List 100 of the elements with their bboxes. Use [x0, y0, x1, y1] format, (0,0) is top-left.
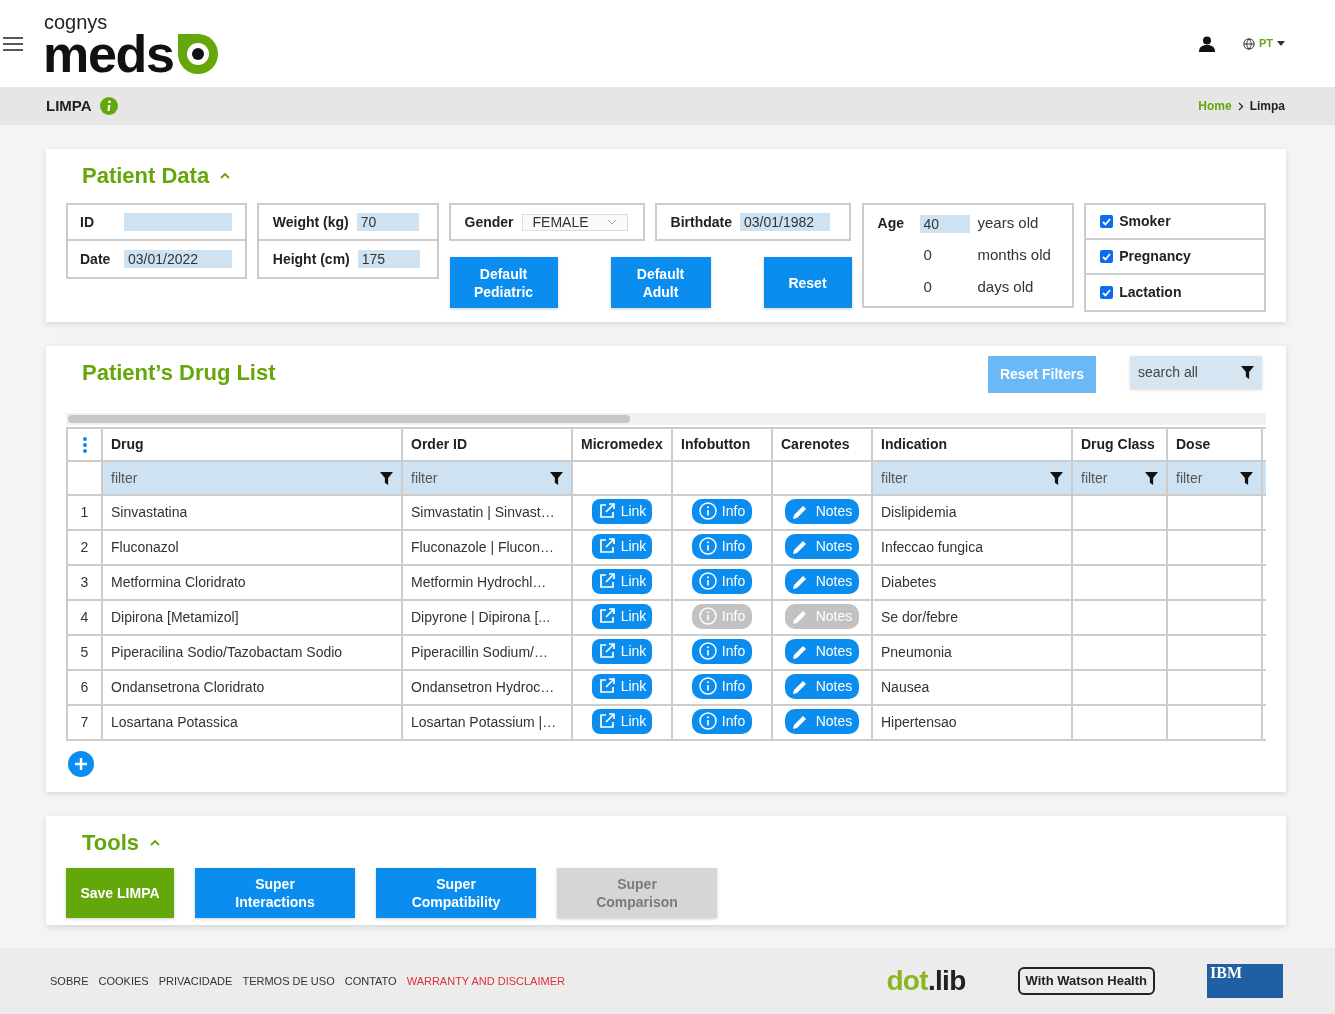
column-header[interactable]: Carenotes: [772, 428, 872, 461]
field-label: Age: [877, 214, 905, 233]
footer-link[interactable]: WARRANTY AND DISCLAIMER: [406, 972, 565, 990]
birthdate-field[interactable]: 03/01/1982: [739, 213, 830, 231]
flag-checkbox[interactable]: Pregnancy: [1086, 240, 1264, 275]
order-id-cell: Metformin Hydrochl…: [402, 565, 572, 600]
row-number: 6: [67, 670, 102, 705]
pencil-icon: [791, 643, 808, 660]
filter-icon[interactable]: [1240, 471, 1253, 485]
tool-button[interactable]: Save LIMPA: [66, 868, 174, 918]
footer-link[interactable]: SOBRE: [50, 972, 89, 990]
link-button[interactable]: Link: [591, 568, 653, 594]
filter-icon[interactable]: [550, 471, 563, 485]
filter-field[interactable]: filter: [1167, 461, 1262, 495]
info-button[interactable]: Info: [691, 708, 753, 734]
tool-button[interactable]: Super Interactions: [195, 868, 355, 918]
pencil-icon: [791, 538, 808, 555]
info-icon[interactable]: [99, 97, 118, 115]
id-field[interactable]: [124, 213, 232, 231]
info-button[interactable]: Info: [691, 498, 753, 524]
preset-button[interactable]: Reset: [763, 257, 852, 308]
chevron-up-icon[interactable]: [149, 838, 162, 847]
gender-select[interactable]: FEMALE: [521, 213, 628, 231]
height-field[interactable]: 175: [357, 250, 420, 268]
page-title: LIMPA: [46, 95, 92, 116]
checkbox[interactable]: [1100, 250, 1114, 263]
info-icon: [698, 642, 717, 661]
link-button[interactable]: Link: [591, 638, 653, 664]
notes-button[interactable]: Notes: [784, 499, 860, 525]
drug-cell: Piperacilina Sodio/Tazobactam Sodio: [102, 635, 402, 670]
link-button[interactable]: Link: [591, 603, 653, 629]
row-number: 4: [67, 600, 102, 635]
column-header[interactable]: Indication: [872, 428, 1072, 461]
indication-cell: Nausea: [872, 670, 1072, 705]
chevron-up-icon[interactable]: [219, 171, 232, 180]
logo-icon: [175, 31, 220, 76]
link-button[interactable]: Link: [591, 708, 653, 734]
footer-link[interactable]: COOKIES: [98, 972, 149, 990]
column-header[interactable]: Micromedex: [572, 428, 672, 461]
column-header[interactable]: Infobutton: [672, 428, 772, 461]
search-field[interactable]: search all: [1130, 356, 1262, 389]
indication-cell: Pneumonia: [872, 635, 1072, 670]
notes-button[interactable]: Notes: [784, 534, 860, 560]
user-icon[interactable]: [1198, 35, 1215, 52]
checkbox[interactable]: [1100, 215, 1114, 228]
age-years-field[interactable]: 40: [919, 214, 970, 233]
more-vertical-icon[interactable]: [82, 436, 87, 453]
flag-checkbox[interactable]: Smoker: [1086, 205, 1264, 240]
notes-button[interactable]: Notes: [784, 569, 860, 595]
filter-icon[interactable]: [1050, 471, 1063, 485]
filter-field[interactable]: filter: [402, 461, 572, 495]
filter-placeholder: filter: [1081, 468, 1108, 488]
pencil-icon: [791, 573, 808, 590]
preset-button[interactable]: Default Pediatric: [449, 257, 558, 308]
filter-field[interactable]: filter: [1072, 461, 1167, 495]
age-days-value: 0: [923, 277, 933, 298]
date-field[interactable]: 03/01/2022: [124, 250, 232, 268]
column-header[interactable]: Order ID: [402, 428, 572, 461]
footer-link[interactable]: CONTATO: [344, 972, 397, 990]
add-icon[interactable]: [68, 751, 94, 777]
footer-link[interactable]: PRIVACIDADE: [158, 972, 233, 990]
info-button[interactable]: Info: [691, 638, 753, 664]
footer-link[interactable]: TERMOS DE USO: [242, 972, 335, 990]
row-number: 2: [67, 530, 102, 565]
row-number: 3: [67, 565, 102, 600]
pencil-icon: [791, 713, 808, 730]
language-selector[interactable]: PT: [1242, 35, 1285, 52]
filter-field[interactable]: filter: [872, 461, 1072, 495]
filter-icon[interactable]: [1241, 366, 1254, 379]
reset-filters-button[interactable]: Reset Filters: [988, 356, 1096, 393]
checkbox[interactable]: [1100, 286, 1114, 299]
filter-placeholder: filter: [881, 468, 908, 488]
filter-icon[interactable]: [1145, 471, 1158, 485]
menu-icon[interactable]: [3, 36, 23, 51]
section-title: Tools: [82, 829, 140, 857]
order-id-cell: Ondansetron Hydroc…: [402, 670, 572, 705]
column-header[interactable]: Drug: [102, 428, 402, 461]
indication-cell: Dislipidemia: [872, 495, 1072, 530]
notes-button[interactable]: Notes: [784, 639, 860, 665]
notes-button[interactable]: Notes: [784, 709, 860, 735]
filter-placeholder: filter: [1176, 468, 1203, 488]
weight-field[interactable]: 70: [356, 213, 419, 231]
link-button[interactable]: Link: [591, 498, 653, 524]
external-link-icon: [597, 607, 616, 626]
row-number: 1: [67, 495, 102, 530]
field-label: Gender: [464, 212, 514, 232]
drug-cell: Dipirona [Metamizol]: [102, 600, 402, 635]
filter-icon[interactable]: [380, 471, 393, 485]
info-button[interactable]: Info: [691, 568, 753, 594]
scrollbar[interactable]: [68, 415, 630, 423]
flag-checkbox[interactable]: Lactation: [1086, 275, 1264, 310]
filter-field[interactable]: filter: [102, 461, 402, 495]
link-button[interactable]: Link: [591, 533, 653, 559]
preset-button[interactable]: Default Adult: [610, 257, 711, 308]
info-button[interactable]: Info: [691, 673, 753, 699]
tool-button[interactable]: Super Compatibility: [376, 868, 536, 918]
link-button[interactable]: Link: [591, 673, 653, 699]
info-button[interactable]: Info: [691, 533, 753, 559]
notes-button[interactable]: Notes: [784, 674, 860, 700]
breadcrumb-link[interactable]: Home: [1198, 97, 1232, 115]
